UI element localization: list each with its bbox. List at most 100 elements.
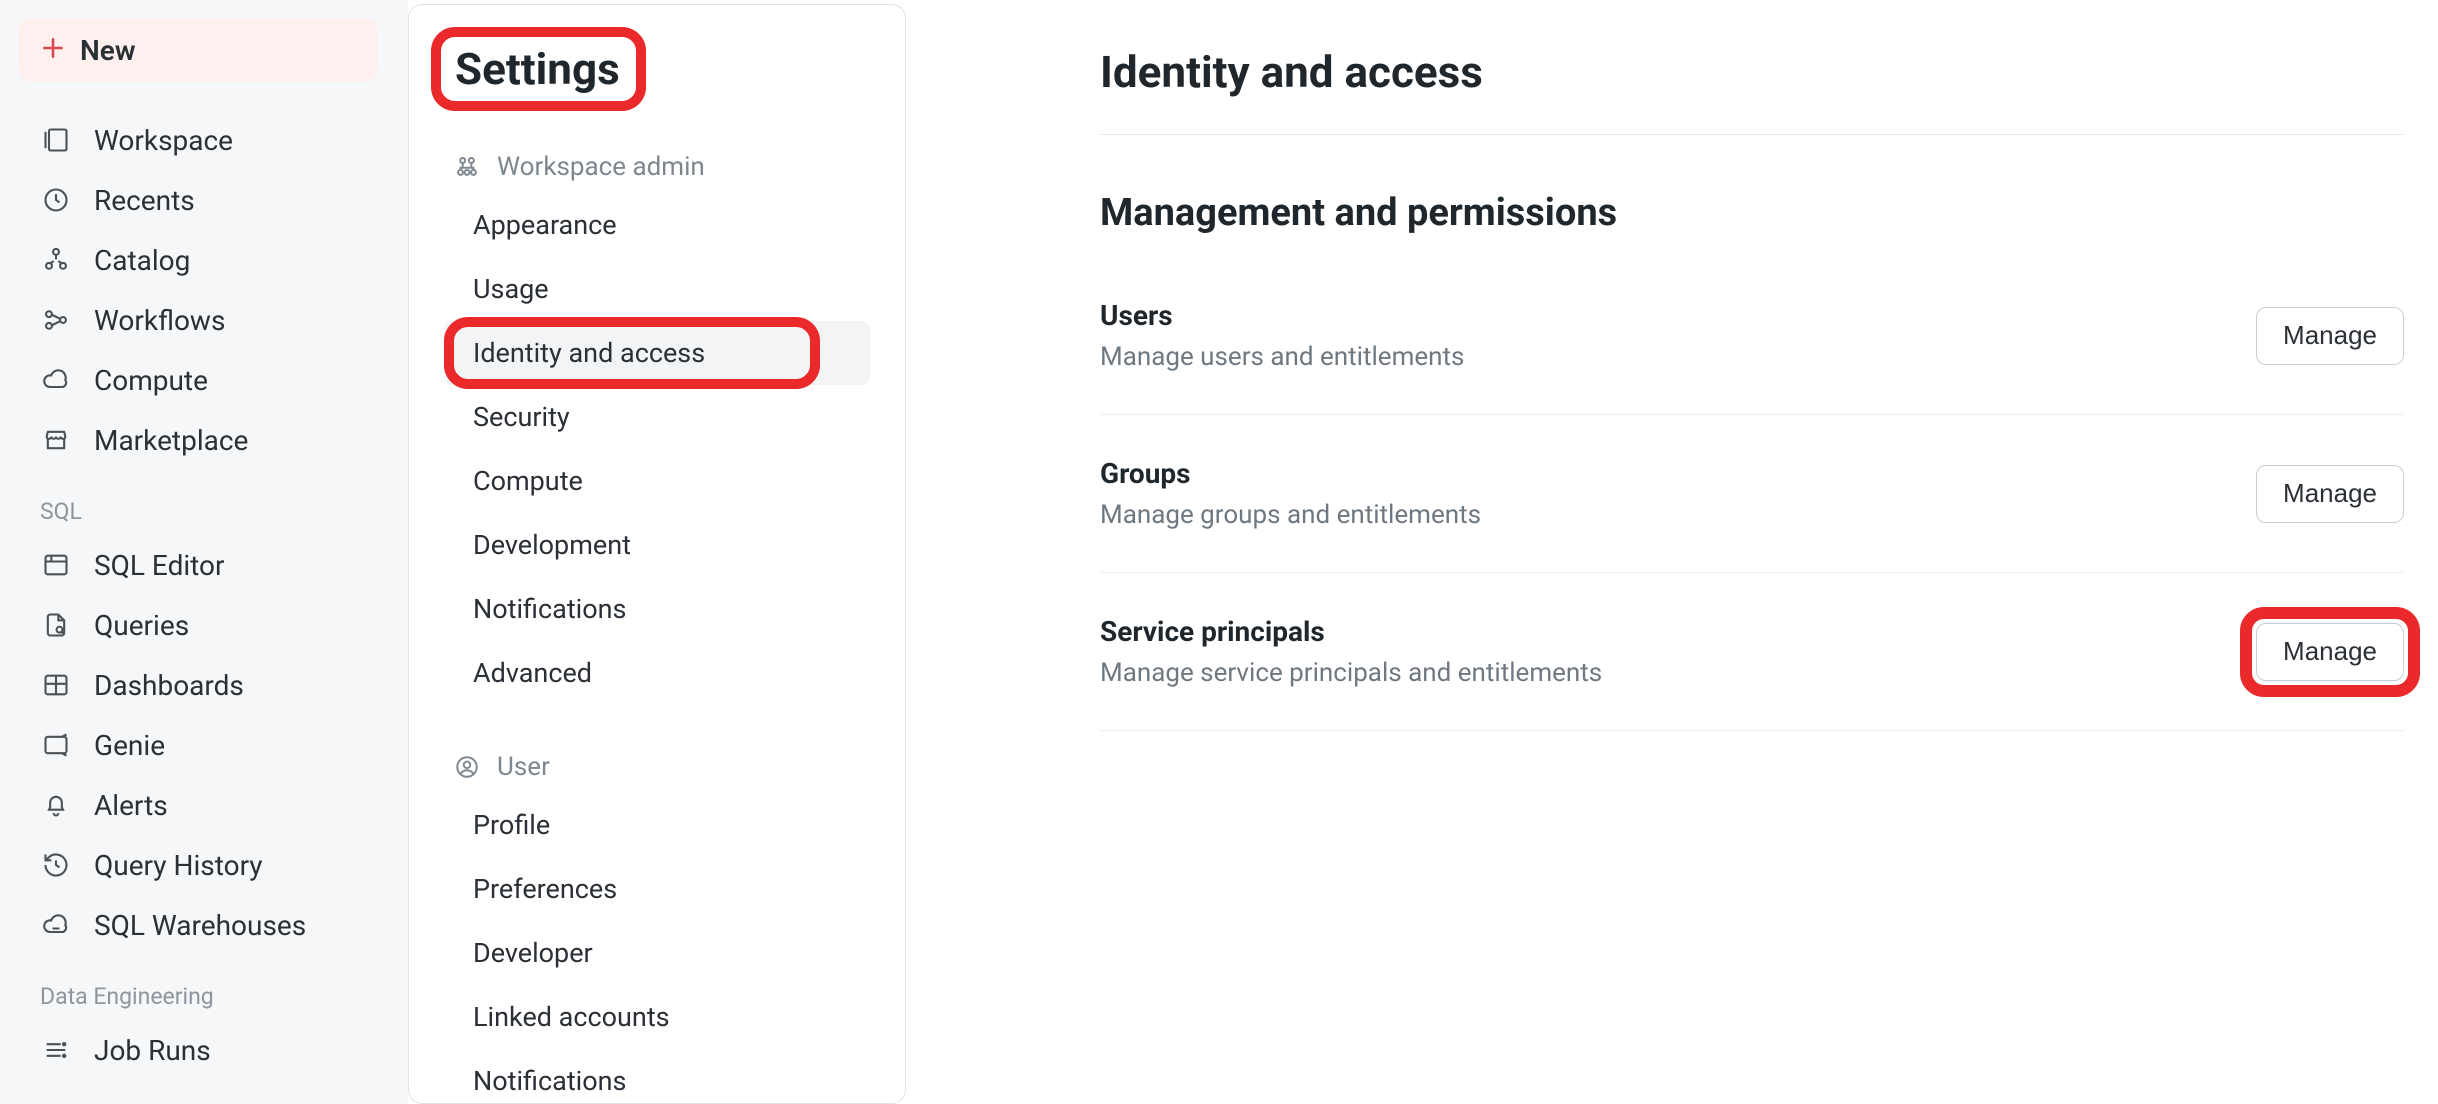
catalog-icon [40, 244, 72, 276]
workspace-icon [40, 124, 72, 156]
setting-row-desc: Manage users and entitlements [1100, 342, 1464, 372]
settings-item-label: Development [473, 529, 631, 561]
settings-item-profile[interactable]: Profile [409, 793, 905, 857]
settings-item-development[interactable]: Development [409, 513, 905, 577]
sidebar-item-label: Marketplace [94, 424, 248, 457]
history-icon [40, 849, 72, 881]
subsection-title: Management and permissions [1100, 191, 2404, 235]
settings-item-label: Compute [473, 465, 583, 497]
settings-nav-panel: Settings Workspace admin Appearance Usag… [408, 4, 906, 1104]
workspace-admin-icon [453, 153, 481, 181]
setting-row-title: Service principals [1100, 615, 1602, 648]
setting-row-service-principals: Service principals Manage service princi… [1100, 573, 2404, 731]
settings-item-notifications-ws[interactable]: Notifications [409, 577, 905, 641]
sidebar-item-sql-editor[interactable]: SQL Editor [18, 535, 390, 595]
sql-nav-list: SQL Editor Queries Dashboards Genie [18, 535, 390, 955]
sidebar-item-alerts[interactable]: Alerts [18, 775, 390, 835]
sidebar-item-sql-warehouses[interactable]: SQL Warehouses [18, 895, 390, 955]
sidebar-item-dashboards[interactable]: Dashboards [18, 655, 390, 715]
clock-icon [40, 184, 72, 216]
sidebar-item-workflows[interactable]: Workflows [18, 290, 390, 350]
manage-groups-button[interactable]: Manage [2256, 465, 2404, 523]
page-title: Identity and access [1100, 46, 2404, 98]
settings-item-security[interactable]: Security [409, 385, 905, 449]
sidebar-section-sql: SQL [18, 470, 390, 535]
settings-item-label: Preferences [473, 873, 617, 905]
user-icon [453, 753, 481, 781]
sql-editor-icon [40, 549, 72, 581]
workflows-icon [40, 304, 72, 336]
primary-sidebar: New Workspace Recents Catalog [0, 0, 408, 1104]
settings-item-preferences[interactable]: Preferences [409, 857, 905, 921]
setting-row-desc: Manage service principals and entitlemen… [1100, 658, 1602, 688]
sidebar-section-data-engineering: Data Engineering [18, 955, 390, 1020]
sidebar-item-catalog[interactable]: Catalog [18, 230, 390, 290]
data-engineering-nav-list: Job Runs [18, 1020, 390, 1080]
settings-group-workspace-admin: Workspace admin [409, 141, 905, 193]
setting-row-desc: Manage groups and entitlements [1100, 500, 1481, 530]
sidebar-item-label: Workflows [94, 304, 225, 337]
job-runs-icon [40, 1034, 72, 1066]
sidebar-item-label: Dashboards [94, 669, 244, 702]
settings-item-label: Profile [473, 809, 550, 841]
sidebar-item-queries[interactable]: Queries [18, 595, 390, 655]
settings-item-compute[interactable]: Compute [409, 449, 905, 513]
sidebar-item-compute[interactable]: Compute [18, 350, 390, 410]
main-content: Identity and access Management and permi… [906, 0, 2438, 1104]
genie-icon [40, 729, 72, 761]
dashboards-icon [40, 669, 72, 701]
settings-group-label: Workspace admin [497, 152, 705, 182]
settings-group-user: User [409, 741, 905, 793]
settings-title: Settings [455, 43, 620, 95]
sidebar-item-job-runs[interactable]: Job Runs [18, 1020, 390, 1080]
settings-item-label: Developer [473, 937, 593, 969]
settings-item-linked-accounts[interactable]: Linked accounts [409, 985, 905, 1049]
settings-item-identity-and-access[interactable]: Identity and access [444, 321, 871, 385]
settings-item-usage[interactable]: Usage [409, 257, 905, 321]
sidebar-item-workspace[interactable]: Workspace [18, 110, 390, 170]
sidebar-item-marketplace[interactable]: Marketplace [18, 410, 390, 470]
sidebar-item-recents[interactable]: Recents [18, 170, 390, 230]
store-icon [40, 424, 72, 456]
settings-item-label: Notifications [473, 1065, 626, 1097]
settings-item-label: Appearance [473, 209, 617, 241]
settings-item-label: Advanced [473, 657, 592, 689]
sidebar-item-label: Catalog [94, 244, 190, 277]
settings-item-advanced[interactable]: Advanced [409, 641, 905, 705]
setting-row-groups: Groups Manage groups and entitlements Ma… [1100, 415, 2404, 573]
setting-row-title: Users [1100, 299, 1464, 332]
settings-item-notifications-user[interactable]: Notifications [409, 1049, 905, 1104]
cloud-icon [40, 364, 72, 396]
primary-nav-list: Workspace Recents Catalog Workflows [18, 110, 390, 470]
divider [1100, 134, 2404, 135]
manage-users-button[interactable]: Manage [2256, 307, 2404, 365]
plus-icon [40, 35, 66, 65]
sidebar-item-label: SQL Warehouses [94, 909, 306, 942]
manage-service-principals-button[interactable]: Manage [2256, 623, 2404, 681]
sidebar-item-label: Genie [94, 729, 165, 762]
setting-row-users: Users Manage users and entitlements Mana… [1100, 257, 2404, 415]
settings-group-label: User [497, 752, 550, 782]
settings-title-wrap: Settings [437, 33, 640, 105]
settings-item-label: Notifications [473, 593, 626, 625]
settings-item-label: Identity and access [473, 337, 705, 369]
sidebar-item-query-history[interactable]: Query History [18, 835, 390, 895]
sidebar-item-label: Alerts [94, 789, 168, 822]
sidebar-item-label: Compute [94, 364, 208, 397]
sidebar-item-genie[interactable]: Genie [18, 715, 390, 775]
settings-item-label: Security [473, 401, 570, 433]
new-button[interactable]: New [18, 18, 378, 82]
queries-icon [40, 609, 72, 641]
warehouse-icon [40, 909, 72, 941]
new-button-label: New [80, 34, 136, 67]
settings-item-developer[interactable]: Developer [409, 921, 905, 985]
sidebar-item-label: Job Runs [94, 1034, 211, 1067]
sidebar-item-label: Workspace [94, 124, 233, 157]
setting-row-title: Groups [1100, 457, 1481, 490]
bell-icon [40, 789, 72, 821]
settings-item-label: Linked accounts [473, 1001, 670, 1033]
sidebar-item-label: Queries [94, 609, 189, 642]
sidebar-item-label: SQL Editor [94, 549, 225, 582]
settings-item-appearance[interactable]: Appearance [409, 193, 905, 257]
sidebar-item-label: Recents [94, 184, 195, 217]
